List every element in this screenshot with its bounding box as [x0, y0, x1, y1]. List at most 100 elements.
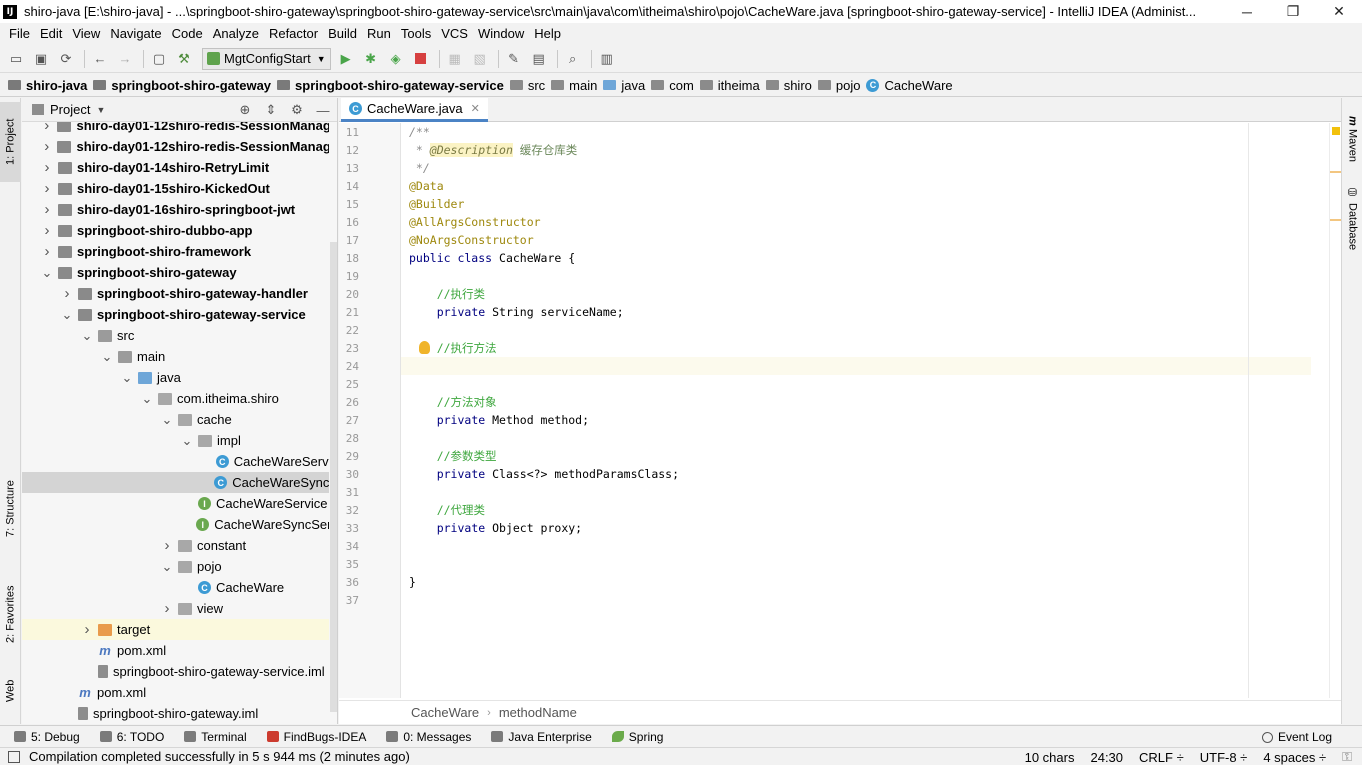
- tool-tab-6-todo[interactable]: 6: TODO: [99, 730, 164, 744]
- status-message[interactable]: Compilation completed successfully in 5 …: [29, 749, 410, 764]
- tree-item[interactable]: springboot-shiro-gateway.iml: [22, 703, 337, 724]
- chevron-right-icon[interactable]: ›: [80, 621, 94, 638]
- tree-item[interactable]: › target: [22, 619, 337, 640]
- tab-web[interactable]: Web: [0, 666, 21, 716]
- status-toggle-icon[interactable]: [8, 750, 20, 763]
- chevron-down-icon[interactable]: ⌄: [140, 391, 154, 407]
- tree-item[interactable]: ⌄ pojo: [22, 556, 337, 577]
- menu-view[interactable]: View: [67, 26, 105, 41]
- tree-item[interactable]: › shiro-day01-16shiro-springboot-jwt: [22, 199, 337, 220]
- breadcrumb-item[interactable]: main: [551, 78, 597, 93]
- tree-item[interactable]: › shiro-day01-15shiro-KickedOut: [22, 178, 337, 199]
- chevron-down-icon[interactable]: ⌄: [80, 328, 94, 344]
- tree-item[interactable]: ⌄ com.itheima.shiro: [22, 388, 337, 409]
- collapse-all-icon[interactable]: ⇕: [263, 102, 279, 118]
- tree-item[interactable]: C CacheWareServic: [22, 451, 337, 472]
- tasks-icon[interactable]: ▥: [596, 48, 618, 70]
- caret-position[interactable]: 24:30: [1090, 750, 1123, 765]
- tree-item[interactable]: C CacheWareSyncS: [22, 472, 337, 493]
- tab-structure[interactable]: 7: Structure: [0, 474, 21, 544]
- tree-item[interactable]: ⌄ main: [22, 346, 337, 367]
- coverage-icon[interactable]: ◈: [385, 48, 407, 70]
- tree-item[interactable]: › springboot-shiro-gateway-handler: [22, 283, 337, 304]
- chevron-right-icon[interactable]: ›: [40, 180, 54, 197]
- minimize-button[interactable]: ─: [1224, 0, 1270, 23]
- tree-item[interactable]: ⌄ springboot-shiro-gateway-service: [22, 304, 337, 325]
- stop-icon[interactable]: [410, 48, 432, 70]
- lightbulb-icon[interactable]: [419, 341, 430, 354]
- locate-icon[interactable]: ⊕: [237, 102, 253, 118]
- run-config-select[interactable]: MgtConfigStart ▼: [202, 47, 331, 70]
- editor-crumb-class[interactable]: CacheWare: [411, 705, 479, 720]
- breadcrumb-item[interactable]: springboot-shiro-gateway: [93, 78, 271, 93]
- chevron-right-icon[interactable]: ›: [40, 222, 54, 239]
- tree-item[interactable]: ⌄ java: [22, 367, 337, 388]
- tree-item[interactable]: ⌄ impl: [22, 430, 337, 451]
- tool-tab-terminal[interactable]: Terminal: [184, 730, 247, 744]
- wrench-icon[interactable]: ✎: [503, 48, 525, 70]
- breadcrumb-item[interactable]: itheima: [699, 78, 760, 93]
- tab-database[interactable]: ⛁ Database: [1342, 178, 1362, 258]
- editor-scrollbar[interactable]: [1329, 123, 1342, 698]
- tree-item[interactable]: › shiro-day01-14shiro-RetryLimit: [22, 157, 337, 178]
- warning-marker[interactable]: [1332, 127, 1340, 135]
- search-icon[interactable]: ⌕: [562, 48, 584, 70]
- chevron-right-icon[interactable]: ›: [40, 201, 54, 218]
- restore-button[interactable]: ❐: [1270, 0, 1316, 23]
- tab-maven[interactable]: m Maven: [1342, 104, 1362, 174]
- tree-item[interactable]: I CacheWareService: [22, 493, 337, 514]
- line-separator-select[interactable]: CRLF ÷: [1139, 750, 1184, 765]
- menu-file[interactable]: File: [4, 26, 35, 41]
- tree-item[interactable]: › springboot-shiro-framework: [22, 241, 337, 262]
- tree-item[interactable]: ⌄ springboot-shiro-gateway: [22, 262, 337, 283]
- editor-crumb-field[interactable]: methodName: [499, 705, 577, 720]
- commit-icon[interactable]: ▦: [444, 48, 466, 70]
- tree-item[interactable]: › constant: [22, 535, 337, 556]
- menu-tools[interactable]: Tools: [396, 26, 436, 41]
- chevron-right-icon[interactable]: ›: [160, 537, 174, 554]
- breadcrumb-item[interactable]: java: [603, 78, 645, 93]
- menu-code[interactable]: Code: [167, 26, 208, 41]
- code-area[interactable]: /** * @Description 缓存仓库类 */ @Data @Builder…: [401, 123, 1321, 698]
- breadcrumb-item[interactable]: com: [651, 78, 694, 93]
- save-icon[interactable]: ▣: [30, 48, 52, 70]
- tree-item[interactable]: C CacheWare: [22, 577, 337, 598]
- menu-help[interactable]: Help: [529, 26, 566, 41]
- chevron-down-icon[interactable]: ⌄: [40, 265, 54, 281]
- chevron-right-icon[interactable]: ›: [160, 600, 174, 617]
- chevron-down-icon[interactable]: ⌄: [180, 433, 194, 449]
- menu-window[interactable]: Window: [473, 26, 529, 41]
- project-scrollbar[interactable]: [329, 122, 337, 724]
- chevron-right-icon[interactable]: ›: [40, 159, 54, 176]
- tree-item[interactable]: I CacheWareSyncServ: [22, 514, 337, 535]
- chevron-right-icon[interactable]: ›: [40, 243, 54, 260]
- run-icon[interactable]: ▶: [335, 48, 357, 70]
- tree-item[interactable]: ⌄ cache: [22, 409, 337, 430]
- menu-navigate[interactable]: Navigate: [105, 26, 166, 41]
- close-icon[interactable]: ✕: [471, 102, 480, 115]
- hammer-icon[interactable]: ⚒: [173, 48, 195, 70]
- breadcrumb-item[interactable]: shiro-java: [8, 78, 87, 93]
- chevron-down-icon[interactable]: ⌄: [160, 412, 174, 428]
- scrollbar-thumb[interactable]: [330, 242, 337, 712]
- tab-favorites[interactable]: 2: Favorites: [0, 574, 21, 654]
- indent-select[interactable]: 4 spaces ÷: [1263, 750, 1326, 765]
- project-structure-icon[interactable]: ▤: [528, 48, 550, 70]
- debug-icon[interactable]: ✱: [360, 48, 382, 70]
- breadcrumb-item[interactable]: shiro: [765, 78, 812, 93]
- chevron-right-icon[interactable]: ›: [40, 138, 53, 155]
- breadcrumb-item[interactable]: springboot-shiro-gateway-service: [277, 78, 504, 93]
- update-icon[interactable]: ▧: [469, 48, 491, 70]
- chevron-right-icon[interactable]: ›: [60, 285, 74, 302]
- encoding-select[interactable]: UTF-8 ÷: [1200, 750, 1248, 765]
- gear-icon[interactable]: ⚙: [289, 102, 305, 118]
- build-project-icon[interactable]: ▢: [148, 48, 170, 70]
- forward-icon[interactable]: →: [114, 48, 136, 70]
- chevron-down-icon[interactable]: ⌄: [60, 307, 74, 323]
- back-icon[interactable]: ←: [89, 48, 111, 70]
- chevron-right-icon[interactable]: ›: [40, 122, 53, 134]
- menu-refactor[interactable]: Refactor: [264, 26, 323, 41]
- chevron-down-icon[interactable]: ⌄: [120, 370, 134, 386]
- menu-analyze[interactable]: Analyze: [208, 26, 264, 41]
- tool-tab-findbugs-idea[interactable]: FindBugs-IDEA: [266, 730, 366, 744]
